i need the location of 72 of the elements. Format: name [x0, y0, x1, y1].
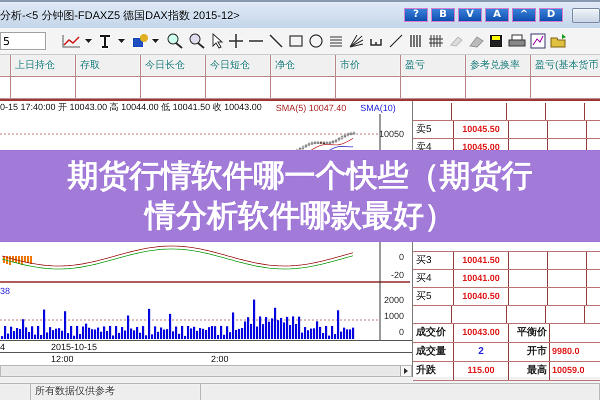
- diagonal-line-icon[interactable]: [268, 33, 284, 49]
- quote-value: 9980.0: [552, 346, 580, 356]
- quote-field-label: 升跌: [413, 362, 454, 380]
- time-label: 12:00: [51, 354, 74, 364]
- print-icon[interactable]: [508, 33, 526, 49]
- quote-level-label: 卖5: [413, 121, 454, 138]
- axis-label: 0: [398, 252, 404, 262]
- quote-level-label: 买3: [413, 252, 454, 269]
- column-header: 盈亏: [401, 55, 466, 76]
- bar-info-text: 0-15 17:40:00 开 10043.00 高 10044.00 低 10041.50 收 10043.00: [0, 101, 262, 114]
- column-header: 今日短仓: [206, 55, 271, 76]
- title-bar-button[interactable]: D: [539, 8, 563, 22]
- slash-icon[interactable]: [388, 33, 404, 49]
- column-header: 上日持仓: [11, 55, 76, 76]
- quote-field-label: 成交价: [413, 324, 454, 342]
- scroll-right-icon[interactable]: [400, 366, 411, 376]
- title-bar-button[interactable]: V: [458, 8, 482, 22]
- date-label: 2015-10-15: [51, 342, 98, 352]
- quote-value: 115.00: [454, 362, 509, 380]
- rectangle-icon[interactable]: [288, 33, 304, 49]
- axis-label: 10050: [378, 129, 404, 139]
- column-header: 市价: [336, 55, 401, 76]
- time-label: 2:00: [211, 354, 229, 364]
- quote-level-label: 买4: [413, 270, 454, 287]
- volume-label: 38: [0, 286, 10, 296]
- quote-field-label: 成交量: [413, 343, 454, 361]
- grid-icon[interactable]: [428, 33, 444, 49]
- axis-label: 1000: [384, 311, 404, 321]
- palette-icon[interactable]: [132, 33, 162, 49]
- quote-field-label: 平衡价: [509, 324, 550, 342]
- quote-field-label: 开市: [509, 343, 550, 361]
- quote-field-label: 最高: [509, 362, 550, 380]
- horizontal-scrollbar[interactable]: [0, 365, 412, 377]
- macd-histogram: [3, 256, 32, 265]
- title-bar-button[interactable]: B: [431, 8, 455, 22]
- title-bar-button[interactable]: ^: [512, 8, 536, 22]
- pointer-icon[interactable]: [210, 33, 224, 49]
- crosshair-icon[interactable]: [228, 33, 244, 49]
- interval-field[interactable]: 5: [0, 32, 46, 50]
- sma-label: SMA(10): [360, 102, 396, 112]
- window-title: 分析-<5 分钟图-FDAXZ5 德国DAX指数 2015-12>: [0, 8, 240, 22]
- text-tool-icon[interactable]: [98, 33, 128, 49]
- circle-icon[interactable]: [308, 33, 324, 49]
- minimize-icon[interactable]: [572, 8, 600, 22]
- quote-value: 2: [454, 343, 509, 361]
- fan-lines-icon[interactable]: [348, 33, 364, 49]
- quote-level-label: 买5: [413, 288, 454, 305]
- column-header: 存取: [76, 55, 141, 76]
- line-chart-icon[interactable]: [60, 33, 94, 49]
- quote-price: 10045.50: [454, 121, 509, 138]
- quote-value: 10043.00: [454, 324, 509, 342]
- date-label: 4: [0, 342, 6, 352]
- title-bar-button[interactable]: A: [485, 8, 509, 22]
- column-header: 今日长仓: [141, 55, 206, 76]
- title-bar-button[interactable]: ?: [404, 8, 428, 22]
- axis-label: 2000: [384, 295, 404, 305]
- status-text: 所有数据仅供参考: [35, 386, 115, 397]
- zoom-out-icon[interactable]: [188, 33, 206, 49]
- column-header: 参考兑换率: [466, 55, 531, 76]
- quote-price: 10041.50: [454, 252, 509, 269]
- axis-label: -20: [390, 270, 404, 280]
- quote-price: 10041.00: [454, 270, 509, 287]
- zoom-in-icon[interactable]: [166, 33, 184, 49]
- chart-window-icon[interactable]: [530, 33, 546, 49]
- quote-price: 10040.50: [454, 288, 509, 305]
- column-header: 净仓: [271, 55, 336, 76]
- save-icon[interactable]: [488, 33, 504, 49]
- axis-label: 0: [398, 327, 404, 337]
- sma-label: SMA(5) 10047.40: [276, 102, 346, 112]
- banner-headline: 期货行情软件哪一个快些（期货行情分析软件哪款最好）: [66, 157, 534, 236]
- open-folder-icon[interactable]: [550, 33, 568, 49]
- quote-value: 10059.0: [552, 365, 585, 375]
